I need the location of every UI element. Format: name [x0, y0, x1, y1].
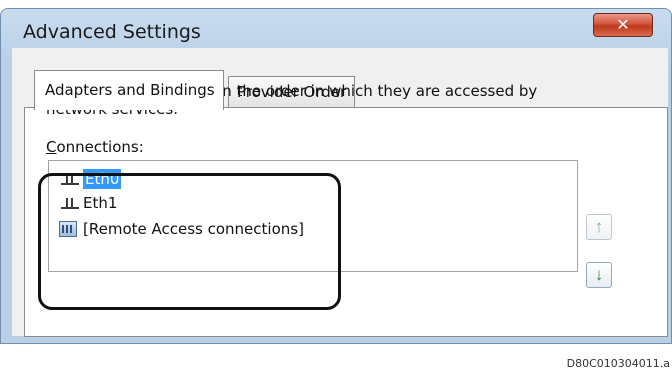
move-down-button[interactable]: ↓ [586, 262, 612, 288]
connections-label-text: onnections: [56, 138, 144, 156]
reference-code: D80C010304011.a [566, 357, 670, 370]
close-button[interactable]: ✕ [593, 13, 653, 37]
connections-label: Connections: [46, 138, 144, 156]
tab-adapters-and-bindings[interactable]: Adapters and Bindings [34, 70, 224, 110]
callout-highlight-frame [38, 173, 341, 310]
connections-label-accesskey: C [46, 138, 57, 156]
window-title: Advanced Settings [23, 21, 201, 43]
move-up-button[interactable]: ↑ [586, 214, 612, 240]
